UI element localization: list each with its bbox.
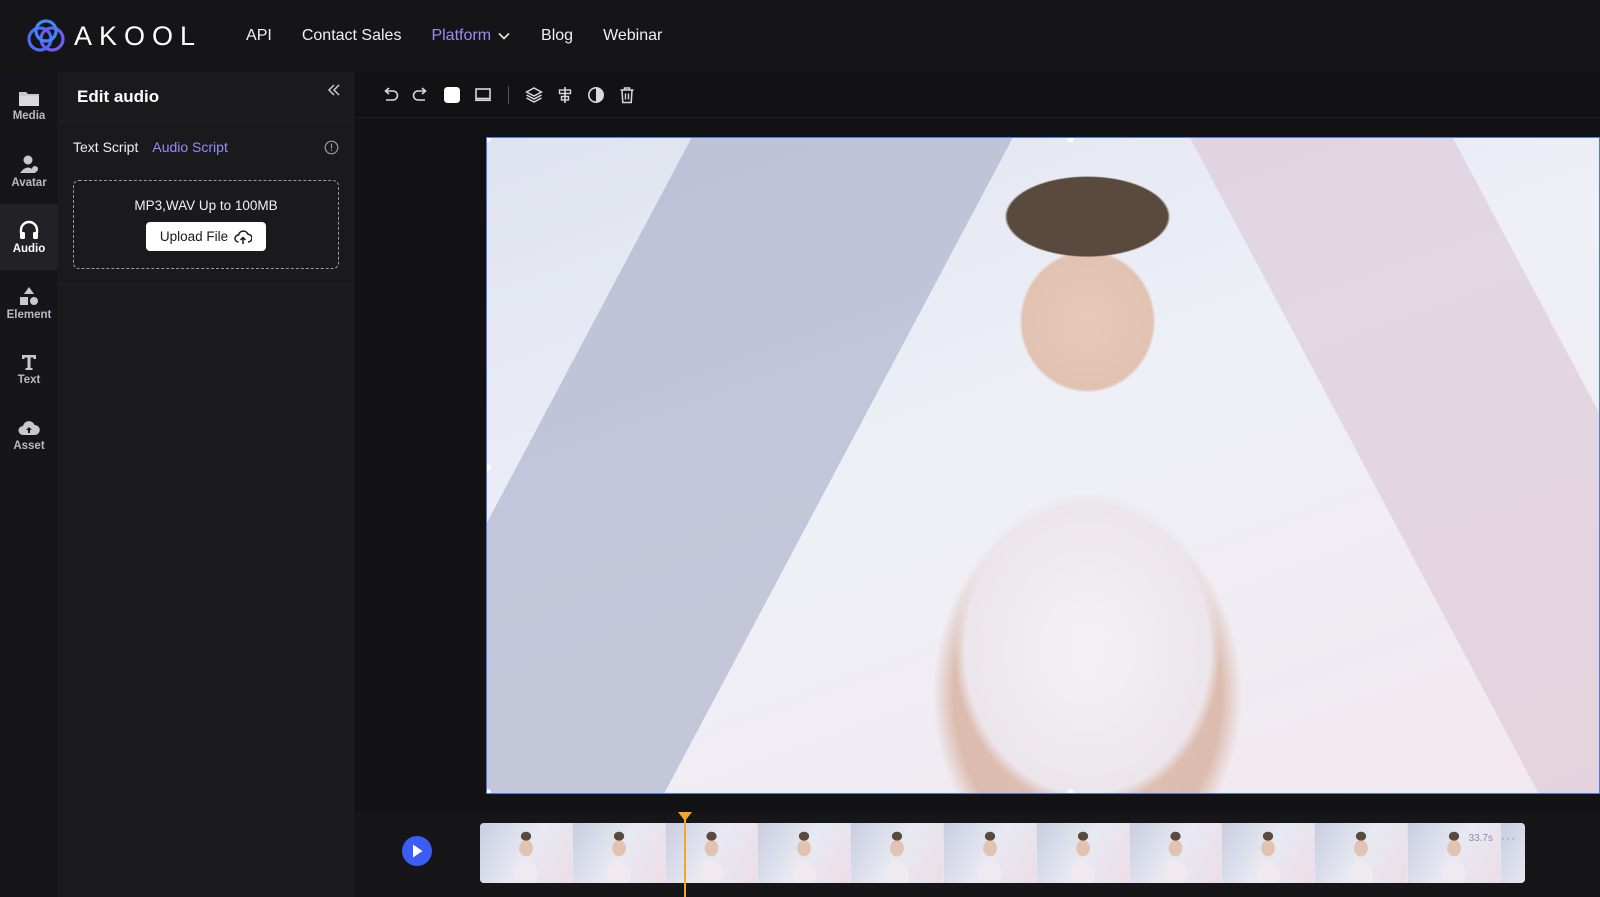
editor-workspace: 33.7s ··· xyxy=(355,72,1600,897)
upload-hint: MP3,WAV Up to 100MB xyxy=(134,198,278,213)
redo-icon xyxy=(412,86,427,101)
landscape-ratio-button[interactable] xyxy=(472,84,494,106)
play-icon xyxy=(413,844,423,858)
brand-logo[interactable]: AKOOL xyxy=(26,19,202,53)
track-thumbnail xyxy=(758,823,852,883)
video-canvas[interactable] xyxy=(486,137,1600,794)
rail-item-media[interactable]: Media xyxy=(0,72,58,138)
canvas-toolbar xyxy=(355,72,1600,118)
playhead-handle[interactable] xyxy=(678,812,692,821)
brand-name: AKOOL xyxy=(74,20,203,51)
nav-contact-sales[interactable]: Contact Sales xyxy=(302,27,402,45)
track-thumbnail xyxy=(1036,823,1130,883)
nav-platform[interactable]: Platform xyxy=(431,27,511,45)
audio-upload-dropzone[interactable]: MP3,WAV Up to 100MB Upload File xyxy=(73,180,339,269)
resize-handle-left[interactable] xyxy=(487,464,491,471)
nav-api[interactable]: API xyxy=(246,27,272,45)
track-thumbnail xyxy=(1315,823,1408,883)
track-thumbnail xyxy=(665,823,759,883)
script-tabs: Text Script Audio Script xyxy=(58,122,353,172)
rail-item-element[interactable]: Element xyxy=(0,270,58,336)
track-thumbnail xyxy=(851,823,944,883)
chevron-down-icon xyxy=(498,32,510,40)
folder-icon xyxy=(19,91,39,106)
playhead[interactable] xyxy=(684,812,686,897)
info-button[interactable] xyxy=(323,139,339,155)
resize-handle-bottom-left[interactable] xyxy=(487,789,491,793)
rail-item-asset[interactable]: Asset xyxy=(0,402,58,468)
track-thumbnail xyxy=(480,823,573,883)
collapse-panel-button[interactable] xyxy=(323,79,345,101)
info-icon xyxy=(324,140,338,154)
cloud-upload-icon xyxy=(234,229,253,244)
headphones-icon xyxy=(19,220,39,239)
contrast-button[interactable] xyxy=(585,84,607,106)
rail-item-text[interactable]: Text xyxy=(0,336,58,402)
timeline: 33.7s ··· xyxy=(355,812,1600,897)
toolbar-separator xyxy=(508,85,509,104)
landscape-ratio-icon xyxy=(475,87,491,101)
panel-divider xyxy=(58,284,353,285)
app-window: AKOOL API Contact Sales Platform Blog We… xyxy=(0,0,1600,897)
nav-blog[interactable]: Blog xyxy=(541,27,573,45)
play-button[interactable] xyxy=(402,836,432,866)
layers-icon xyxy=(525,86,543,103)
track-thumbnail xyxy=(1407,823,1501,883)
clip-more-button[interactable]: ··· xyxy=(1501,831,1516,845)
track-thumbnail xyxy=(572,823,666,883)
rail-item-label: Media xyxy=(12,109,46,122)
rail-item-label: Asset xyxy=(13,439,45,452)
shapes-icon xyxy=(20,286,38,305)
upload-file-label: Upload File xyxy=(159,229,229,244)
track-thumbnail xyxy=(943,823,1037,883)
align-icon xyxy=(558,86,572,103)
portrait-ratio-icon xyxy=(444,86,460,103)
contrast-icon xyxy=(588,86,604,103)
undo-button[interactable] xyxy=(379,84,401,106)
left-tool-rail: Media Avatar Audio Element Text Asset xyxy=(0,72,58,897)
text-icon xyxy=(22,354,36,370)
align-button[interactable] xyxy=(554,84,576,106)
akool-logo-icon xyxy=(27,19,65,52)
tab-audio-script[interactable]: Audio Script xyxy=(152,139,227,155)
track-thumbnail xyxy=(1129,823,1223,883)
rail-item-label: Element xyxy=(6,308,52,321)
double-chevron-left-icon xyxy=(327,83,340,96)
resize-handle-top-left[interactable] xyxy=(487,138,491,142)
rail-item-avatar[interactable]: Avatar xyxy=(0,138,58,204)
delete-button[interactable] xyxy=(616,84,638,106)
rail-item-label: Avatar xyxy=(11,176,47,189)
panel-title: Edit audio xyxy=(77,86,160,106)
video-track-clip[interactable]: 33.7s ··· xyxy=(480,823,1525,883)
trash-icon xyxy=(620,86,634,103)
layers-button[interactable] xyxy=(523,84,545,106)
rail-item-audio[interactable]: Audio xyxy=(0,204,58,270)
resize-handle-bottom[interactable] xyxy=(1067,789,1074,793)
edit-audio-panel: Edit audio Text Script Audio Script MP3,… xyxy=(58,72,354,897)
panel-header: Edit audio xyxy=(58,72,353,122)
nav-platform-label: Platform xyxy=(431,27,492,44)
upload-file-button[interactable]: Upload File xyxy=(145,222,267,251)
resize-handle-top[interactable] xyxy=(1067,138,1074,142)
top-navbar: AKOOL API Contact Sales Platform Blog We… xyxy=(0,0,1600,72)
undo-icon xyxy=(384,86,399,101)
main-nav: API Contact Sales Platform Blog Webinar xyxy=(246,27,662,45)
nav-webinar[interactable]: Webinar xyxy=(603,27,662,45)
cloud-upload-icon xyxy=(18,420,40,435)
track-thumbnail xyxy=(1222,823,1316,883)
clip-duration: 33.7s xyxy=(1468,833,1493,844)
tab-text-script[interactable]: Text Script xyxy=(73,139,138,155)
rail-item-label: Audio xyxy=(12,242,46,255)
avatar-icon xyxy=(20,155,38,173)
redo-button[interactable] xyxy=(410,84,432,106)
portrait-ratio-button[interactable] xyxy=(441,84,463,106)
rail-item-label: Text xyxy=(17,373,41,386)
